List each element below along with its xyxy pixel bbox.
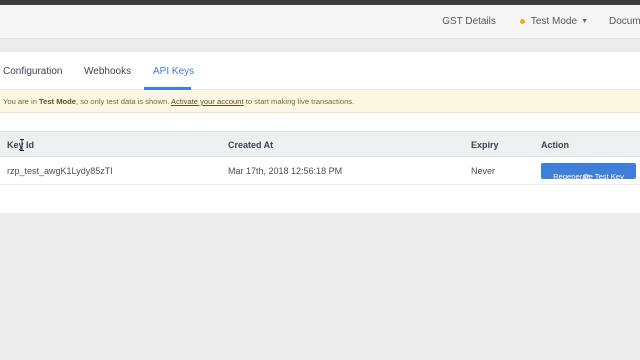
banner-middle: , so only test data is shown.: [76, 97, 172, 106]
api-keys-panel: Configuration Webhooks API Keys You are …: [0, 52, 640, 213]
documentation-label: Documentation: [609, 16, 640, 27]
mode-dropdown[interactable]: Test Mode ▼: [519, 16, 588, 27]
mode-label: Test Mode: [530, 16, 578, 27]
gst-details-link[interactable]: GST Details: [442, 16, 496, 27]
column-header-created-at: Created At: [228, 140, 274, 150]
activate-account-link[interactable]: Activate your account: [171, 97, 244, 106]
caret-down-icon: ▼: [581, 18, 588, 25]
test-mode-banner: You are in Test Mode, so only test data …: [0, 91, 640, 113]
gst-details-label: GST Details: [442, 16, 496, 27]
regenerate-test-key-button[interactable]: ⟳ Regenerate Test Key: [541, 163, 636, 181]
active-tab-indicator: [144, 87, 191, 90]
documentation-link[interactable]: Documentation: [609, 16, 640, 27]
status-dot-icon: [519, 19, 525, 24]
text-cursor-icon: [20, 139, 24, 151]
settings-tabs: Configuration Webhooks API Keys: [0, 52, 640, 90]
banner-suffix: to start making live transactions.: [243, 97, 355, 106]
tab-configuration[interactable]: Configuration: [3, 66, 62, 77]
table-header: Key Id Created At Expiry Action: [0, 131, 640, 157]
column-header-action: Action: [541, 140, 569, 150]
header: GST Details Test Mode ▼ Documentation: [0, 5, 640, 39]
banner-prefix: You are in: [3, 97, 40, 106]
key-id-cell: rzp_test_awgK1Lydy85zTI: [7, 166, 113, 176]
column-header-expiry: Expiry: [471, 140, 499, 150]
banner-mode: Test Mode: [39, 97, 77, 106]
regenerate-label: Regenerate Test Key: [553, 172, 624, 181]
expiry-cell: Never: [471, 166, 496, 176]
tab-api-keys[interactable]: API Keys: [153, 66, 194, 77]
tab-webhooks[interactable]: Webhooks: [84, 66, 131, 77]
table-row: rzp_test_awgK1Lydy85zTI Mar 17th, 2018 1…: [0, 157, 640, 185]
created-at-cell: Mar 17th, 2018 12:56:18 PM: [228, 166, 343, 176]
